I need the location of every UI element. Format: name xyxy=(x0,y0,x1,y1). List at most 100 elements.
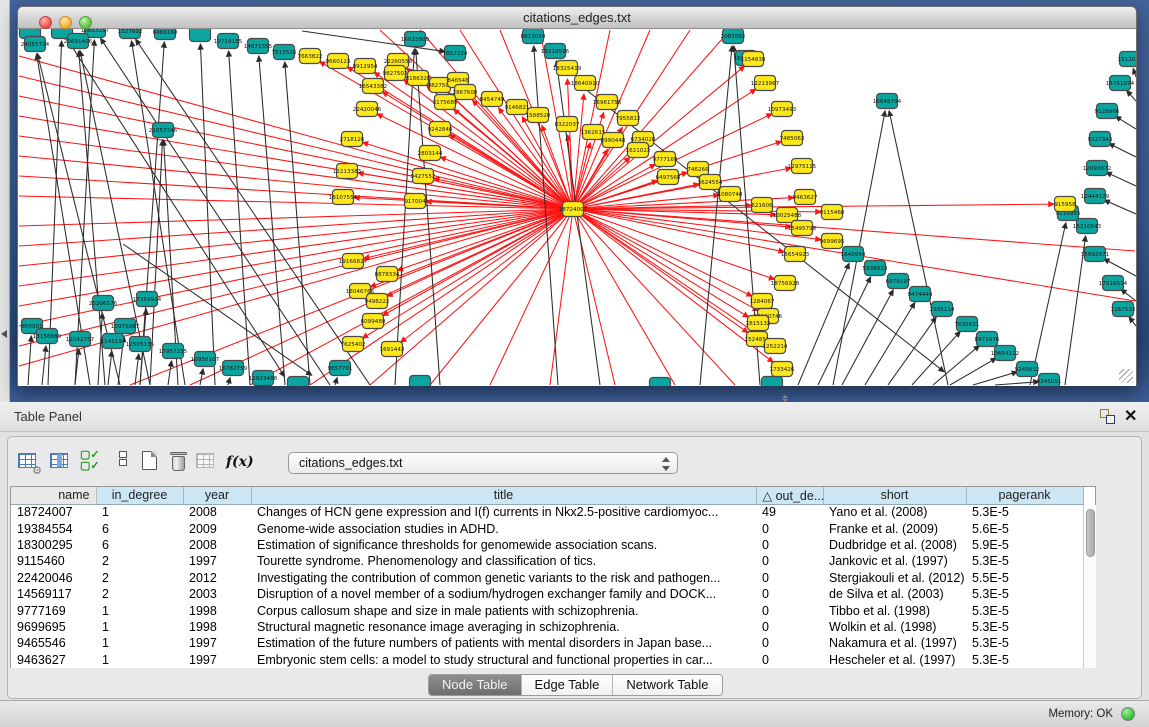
table-scrollbar-thumb[interactable] xyxy=(1086,509,1095,557)
graph-node[interactable]: 1252214 xyxy=(763,339,788,354)
graph-node[interactable]: 10654112 xyxy=(991,346,1019,361)
graph-node[interactable]: 12213383 xyxy=(333,164,362,179)
graph-node[interactable]: 20206576 xyxy=(89,296,118,311)
tab-node-table[interactable]: Node Table xyxy=(429,675,521,695)
table-row[interactable]: 1830029562008Estimation of significance … xyxy=(11,537,1083,553)
graph-node[interactable]: 12505135 xyxy=(126,337,155,352)
graph-node[interactable]: 18325419 xyxy=(553,61,582,76)
graph-node[interactable]: 2867608 xyxy=(453,85,478,100)
graph-node[interactable]: 9857791 xyxy=(328,361,353,376)
graph-node[interactable]: 12213967 xyxy=(751,76,780,91)
graph-node[interactable]: 8813054 xyxy=(521,29,546,44)
table-row[interactable]: 977716911998Corpus callosum shape and si… xyxy=(11,602,1083,618)
graph-node[interactable]: 9129966 xyxy=(1095,104,1120,119)
graph-node[interactable]: 19166827 xyxy=(339,254,368,269)
graph-node[interactable]: 2803144 xyxy=(418,146,443,161)
graph-node[interactable]: 17359924 xyxy=(133,292,162,307)
graph-node[interactable]: 7632621 xyxy=(955,317,980,332)
graph-node[interactable]: 9245051 xyxy=(1037,374,1062,387)
graph-node[interactable]: 1512051 xyxy=(1118,52,1136,67)
graph-node[interactable]: 1621022 xyxy=(626,143,651,158)
graph-node[interactable]: 12444129 xyxy=(1081,189,1110,204)
graph-node[interactable]: 16782759 xyxy=(219,361,248,376)
table-row[interactable]: 2242004622012Investigating the contribut… xyxy=(11,570,1083,586)
graph-node[interactable]: 2935114 xyxy=(930,302,955,317)
column-header[interactable]: in_degree xyxy=(96,487,183,504)
show-columns-icon[interactable] xyxy=(48,450,72,474)
graph-node[interactable]: 7857224 xyxy=(443,46,468,61)
graph-node[interactable]: 1733426 xyxy=(770,362,795,377)
select-all-columns-icon[interactable]: ▢✓▢✓ xyxy=(80,450,104,474)
graph-node[interactable]: 19218596 xyxy=(541,44,570,59)
graph-node[interactable]: 16033809 xyxy=(401,32,430,47)
graph-node[interactable]: 12923468 xyxy=(249,371,278,386)
create-column-icon[interactable] xyxy=(138,450,162,474)
graph-node[interactable]: 1080748 xyxy=(718,187,743,202)
graph-node[interactable]: 13156889 xyxy=(33,329,62,344)
table-row[interactable]: 1872400712008Changes of HCN gene express… xyxy=(11,504,1083,520)
graph-node[interactable] xyxy=(190,29,211,42)
graph-node[interactable]: 16543382 xyxy=(359,79,387,94)
graph-node[interactable]: 8322037 xyxy=(555,117,580,132)
graph-node[interactable]: 8990448 xyxy=(601,133,626,148)
window-resize-grip[interactable] xyxy=(1119,369,1133,383)
table-options-icon[interactable]: ⚙ xyxy=(16,450,40,474)
graph-node[interactable]: 18640910 xyxy=(571,76,600,91)
column-header[interactable]: short xyxy=(823,487,966,504)
memory-status-icon[interactable] xyxy=(1121,707,1135,721)
graph-node[interactable]: 1167533 xyxy=(1111,302,1136,317)
collapse-panel-icon[interactable] xyxy=(1,330,7,338)
graph-node[interactable]: 915958 xyxy=(1054,197,1076,212)
table-row[interactable]: 911546021997Tourette syndrome. Phenomeno… xyxy=(11,553,1083,569)
graph-node[interactable]: 621606 xyxy=(751,198,773,213)
panel-splitter-handle[interactable] xyxy=(781,395,789,402)
graph-node[interactable]: 7515526 xyxy=(272,45,297,60)
graph-node[interactable]: 10958107 xyxy=(191,352,220,367)
graph-node[interactable]: 5938923 xyxy=(863,261,888,276)
graph-node[interactable]: 2718126 xyxy=(340,132,365,147)
graph-node[interactable]: 12042757 xyxy=(66,332,95,347)
graph-node[interactable]: 9498222 xyxy=(365,294,390,309)
graph-node[interactable]: 10719155 xyxy=(214,34,243,49)
graph-node[interactable]: 2087682 xyxy=(721,29,746,44)
tab-edge-table[interactable]: Edge Table xyxy=(521,675,613,695)
graph-node[interactable]: 22420046 xyxy=(353,102,382,117)
graph-node[interactable]: 20691406 xyxy=(64,34,93,49)
network-canvas[interactable]: 1065325715276028466160107191551467135575… xyxy=(18,29,1136,386)
window-titlebar[interactable]: citations_edges.txt xyxy=(18,7,1136,29)
graph-node[interactable] xyxy=(410,376,431,387)
graph-node[interactable]: 7955812 xyxy=(616,111,641,126)
table-row[interactable]: 946362711997Embryonic stem cells: a mode… xyxy=(11,652,1083,668)
graph-node[interactable]: 3624554 xyxy=(698,175,723,190)
graph-node[interactable]: 3175685 xyxy=(433,95,458,110)
graph-node[interactable]: 9115460 xyxy=(820,205,845,220)
graph-node[interactable]: 21053346 xyxy=(149,123,178,138)
graph-node[interactable]: 8471676 xyxy=(975,332,1000,347)
hide-columns-icon[interactable] xyxy=(111,450,135,474)
graph-node[interactable]: 9242848 xyxy=(428,122,453,137)
table-row[interactable]: 946554611997Estimation of the future num… xyxy=(11,635,1083,651)
column-header[interactable]: △ out_de... xyxy=(756,487,823,504)
graph-node[interactable]: 7485063 xyxy=(780,131,805,146)
column-header[interactable]: year xyxy=(183,487,251,504)
function-builder-icon[interactable]: f(x) xyxy=(226,450,250,474)
graph-node[interactable]: 8454749 xyxy=(480,92,505,107)
graph-node[interactable]: 7663822 xyxy=(298,49,323,64)
column-header[interactable]: name xyxy=(11,487,96,504)
column-header[interactable]: pagerank xyxy=(966,487,1083,504)
graph-node[interactable]: 16648794 xyxy=(873,94,902,109)
graph-node[interactable]: 9427552 xyxy=(411,169,436,184)
graph-node[interactable] xyxy=(288,377,309,387)
graph-node[interactable]: 1640954 xyxy=(841,247,866,262)
graph-node[interactable]: 1527602 xyxy=(118,29,143,39)
import-table-icon[interactable] xyxy=(194,450,218,474)
graph-node[interactable]: 9660123 xyxy=(326,54,351,69)
graph-node[interactable]: 1284067 xyxy=(750,294,775,309)
graph-node[interactable]: 10973493 xyxy=(768,102,797,117)
graph-node[interactable]: 8912954 xyxy=(353,59,378,74)
graph-node[interactable]: 10975887 xyxy=(111,319,140,334)
graph-node[interactable]: 15654923 xyxy=(781,247,810,262)
graph-node[interactable]: 1145194 xyxy=(101,334,126,349)
graph-node[interactable]: 1588520 xyxy=(526,108,551,123)
graph-node[interactable]: 18756928 xyxy=(771,276,800,291)
